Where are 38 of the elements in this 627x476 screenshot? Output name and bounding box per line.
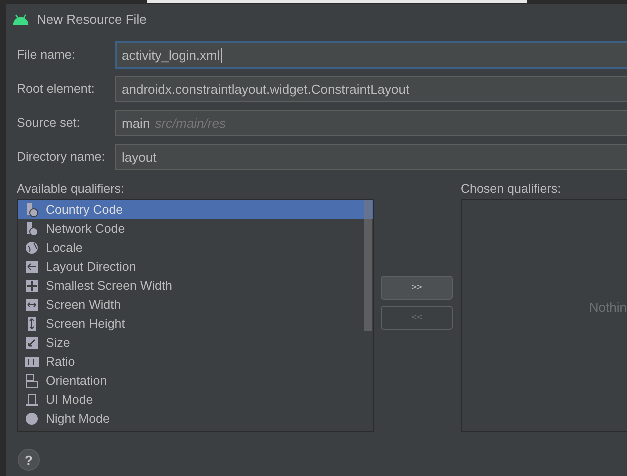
qualifier-icon bbox=[25, 278, 39, 292]
field-label: Directory name: bbox=[17, 150, 106, 164]
qualifier-icon bbox=[25, 412, 39, 426]
chosen-qualifiers-label: Chosen qualifiers: bbox=[461, 182, 562, 197]
qualifier-icon bbox=[25, 260, 39, 274]
field-label: Source set: bbox=[17, 116, 82, 130]
text-field[interactable]: layout bbox=[115, 144, 627, 170]
qualifier-icon bbox=[25, 222, 39, 236]
qualifier-list-item[interactable]: Locale bbox=[18, 238, 373, 257]
window-title: New Resource File bbox=[37, 12, 147, 26]
qualifier-icon bbox=[25, 240, 39, 254]
scrollbar-thumb[interactable] bbox=[364, 200, 372, 331]
qualifier-icon bbox=[25, 316, 39, 330]
add-button[interactable]: >> bbox=[381, 276, 453, 300]
qualifier-list-item[interactable]: Size bbox=[18, 333, 373, 352]
field-label: File name: bbox=[17, 48, 76, 62]
qualifier-list-item[interactable]: Country Code bbox=[18, 200, 373, 219]
help-button[interactable]: ? bbox=[18, 449, 40, 471]
qualifier-list-item[interactable]: Orientation bbox=[18, 371, 373, 390]
qualifier-icon bbox=[25, 392, 39, 406]
qualifier-list-item[interactable]: Ratio bbox=[18, 352, 373, 371]
android-robot-icon bbox=[13, 14, 29, 24]
qualifier-list-item[interactable]: Smallest Screen Width bbox=[18, 276, 373, 295]
qualifier-list-item[interactable]: Night Mode bbox=[18, 409, 373, 428]
qualifier-icon bbox=[25, 298, 39, 312]
qualifier-list-item[interactable]: Layout Direction bbox=[18, 257, 373, 276]
qualifier-icon bbox=[25, 202, 39, 216]
qualifier-icon bbox=[25, 336, 39, 350]
qualifier-list-item[interactable]: Network Code bbox=[18, 219, 373, 238]
field-label: Root element: bbox=[17, 82, 96, 96]
text-field[interactable]: activity_login.xml bbox=[115, 41, 627, 69]
qualifier-list-item[interactable]: UI Mode bbox=[18, 390, 373, 409]
qualifier-icon bbox=[25, 354, 39, 368]
qualifier-list-item[interactable]: Screen Height bbox=[18, 314, 373, 333]
text-field[interactable]: androidx.constraintlayout.widget.ConstraintLayout bbox=[115, 76, 627, 102]
qualifier-list-item[interactable]: Screen Width bbox=[18, 295, 373, 314]
available-qualifiers-label: Available qualifiers: bbox=[17, 182, 126, 197]
qualifier-icon bbox=[25, 374, 39, 388]
